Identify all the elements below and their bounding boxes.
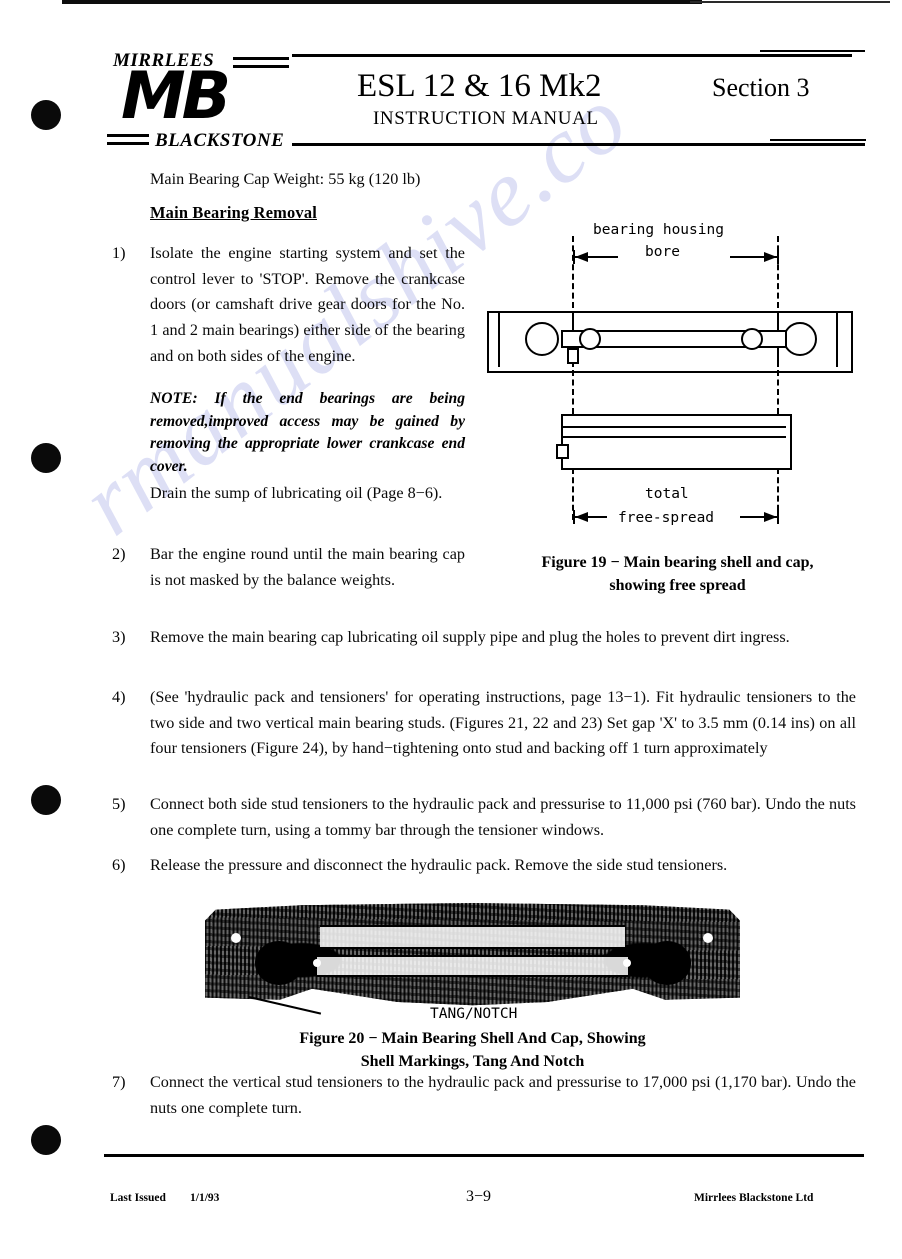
logo-rule — [107, 142, 149, 145]
page-header: MIRRLEES MB BLACKSTONE ESL 12 & 16 Mk2 I… — [0, 40, 902, 160]
step-text-6: Release the pressure and disconnect the … — [150, 856, 728, 874]
logo-bottom-text: BLACKSTONE — [155, 130, 285, 151]
shell-band-upper — [320, 925, 625, 949]
figure19-free-shell-inner-line — [563, 436, 786, 438]
figure19-tick-right — [777, 250, 779, 264]
logo-monogram: MB — [121, 59, 231, 134]
figure19-dimension-line-left-upper — [572, 236, 574, 308]
figure-19-caption-line-1: Figure 19 − Main bearing shell and cap, — [541, 554, 814, 571]
bolt-hole-right — [703, 933, 713, 943]
figure-20-photograph — [205, 903, 740, 1013]
figure19-label-bearing-housing: bearing housing — [593, 222, 724, 238]
binding-hole — [31, 785, 61, 815]
section-heading: Main Bearing Removal — [150, 203, 317, 222]
footer-page-number: 3−9 — [466, 1188, 492, 1205]
figure19-shell-edge-left — [498, 313, 500, 367]
logo-rule — [107, 134, 149, 137]
figure19-label-free-spread: free-spread — [618, 510, 715, 526]
step-number-1: 1) — [112, 244, 126, 262]
note-block: NOTE: If the end bearings are being remo… — [150, 390, 465, 475]
shell-band-lower — [317, 955, 628, 977]
manual-subtitle: INSTRUCTION MANUAL — [373, 108, 599, 129]
step-number-7: 7) — [112, 1073, 126, 1091]
figure-19-diagram: bearing housing bore total free-spread — [485, 218, 875, 543]
drain-sump-paragraph: Drain the sump of lubricating oil (Page … — [150, 484, 443, 502]
figure19-dimension-line-left-mid — [572, 370, 574, 414]
step-text-2: Bar the engine round until the main bear… — [150, 545, 465, 589]
figure19-tang-left — [567, 348, 579, 364]
figure19-shell-edge-right — [836, 313, 838, 367]
figure19-groove-node-right — [741, 328, 763, 350]
figure19-label-total: total — [645, 486, 689, 502]
step-text-5: Connect both side stud tensioners to the… — [150, 795, 856, 839]
figure19-oil-hole-left — [525, 322, 559, 356]
figure19-free-shell-outline — [561, 414, 792, 470]
mirrlees-blackstone-logo: MIRRLEES MB BLACKSTONE — [105, 48, 289, 153]
logo-rule — [233, 65, 289, 68]
figure-20-caption-line-1: Figure 20 − Main Bearing Shell And Cap, … — [299, 1030, 646, 1047]
step-text-1: Isolate the engine starting system and s… — [150, 244, 465, 365]
header-rule-bottom — [292, 143, 865, 146]
figure19-oil-hole-right — [783, 322, 817, 356]
header-rule-bottom-overlap — [770, 139, 866, 141]
manual-page: rmanualshive.co MIRRLEES MB BLACKSTONE E… — [0, 0, 902, 1259]
figure19-dimension-line-right-mid — [777, 370, 779, 414]
scan-edge-artifact-secondary — [690, 1, 890, 3]
figure19-arrowhead-right-lower — [764, 512, 777, 522]
scan-edge-artifact — [62, 0, 702, 4]
manual-title: ESL 12 & 16 Mk2 — [357, 68, 602, 104]
bore-right — [643, 941, 691, 985]
binding-hole — [31, 1125, 61, 1155]
header-rule-top-overlap — [760, 50, 865, 52]
section-label: Section 3 — [712, 73, 810, 102]
figure19-dimension-line-right-upper — [777, 236, 779, 308]
bore-left — [255, 941, 303, 985]
figure19-tang-lower — [556, 444, 569, 459]
dowel-right — [623, 959, 631, 967]
footer-company: Mirrlees Blackstone Ltd — [694, 1192, 814, 1204]
figure19-arrowhead-right — [764, 252, 777, 262]
step-number-6: 6) — [112, 856, 126, 874]
step-number-3: 3) — [112, 628, 126, 646]
step-text-4: (See 'hydraulic pack and tensioners' for… — [150, 688, 856, 758]
figure19-label-bore: bore — [645, 244, 680, 260]
step-number-4: 4) — [112, 688, 126, 706]
binding-hole — [31, 443, 61, 473]
figure19-arrowhead-left — [575, 252, 588, 262]
step-text-7: Connect the vertical stud tensioners to … — [150, 1073, 856, 1117]
figure19-groove-node-left — [579, 328, 601, 350]
figure19-free-shell-inner-line-2 — [563, 426, 786, 428]
header-rule-top — [292, 54, 852, 57]
figure19-arrowhead-left-lower — [575, 512, 588, 522]
footer-rule — [104, 1154, 864, 1157]
figure19-tick-right-lower — [777, 510, 779, 524]
footer-last-issued-date: 1/1/93 — [190, 1192, 220, 1204]
logo-rule — [233, 57, 289, 60]
step-number-2: 2) — [112, 545, 126, 563]
cap-weight-line: Main Bearing Cap Weight: 55 kg (120 lb) — [150, 170, 421, 188]
bolt-hole-left — [231, 933, 241, 943]
dowel-left — [313, 959, 321, 967]
figure-19-caption-line-2: showing free spread — [609, 577, 746, 594]
tang-notch-label: TANG/NOTCH — [430, 1006, 518, 1022]
step-number-5: 5) — [112, 795, 126, 813]
step-text-3: Remove the main bearing cap lubricating … — [150, 628, 790, 646]
footer-last-issued-label: Last Issued — [110, 1192, 166, 1204]
